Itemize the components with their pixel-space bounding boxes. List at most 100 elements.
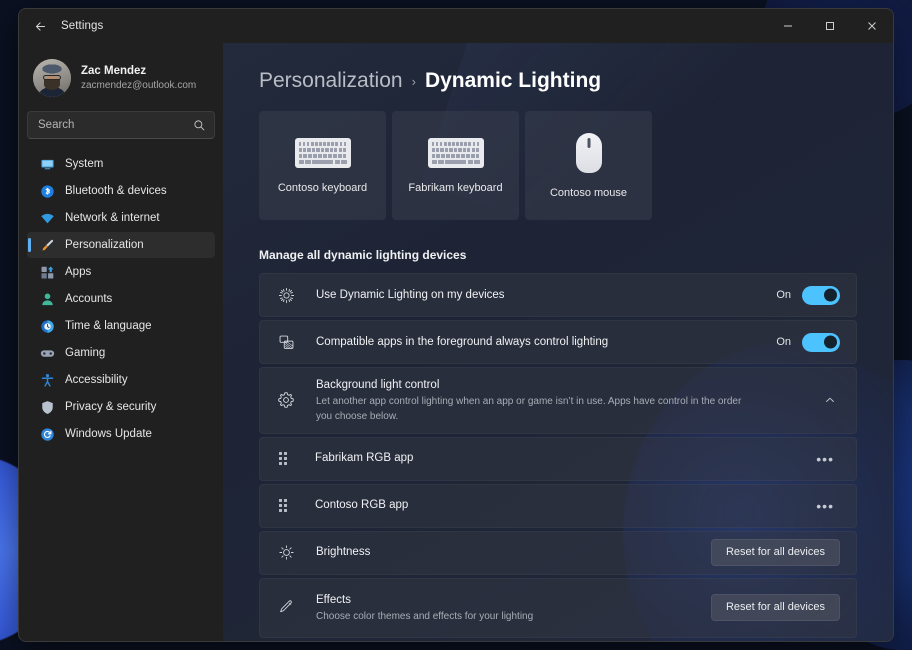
clock-icon [39, 318, 55, 334]
window-controls [767, 9, 893, 43]
setting-row-foreground-apps-control[interactable]: Compatible apps in the foreground always… [259, 320, 857, 364]
app-row-contoso-rgb-app[interactable]: Contoso RGB app ••• [259, 484, 857, 528]
app-row-fabrikam-rgb-app[interactable]: Fabrikam RGB app ••• [259, 437, 857, 481]
setting-title: Background light control [316, 377, 808, 394]
device-card-list: Contoso keyboard Fabrikam keyboard [259, 111, 857, 220]
avatar [33, 59, 71, 97]
person-icon [39, 291, 55, 307]
sidebar-item-accessibility[interactable]: Accessibility [27, 367, 215, 393]
device-label: Contoso keyboard [278, 182, 367, 194]
monitor-icon [39, 156, 55, 172]
toggle-use-dynamic-lighting[interactable] [802, 286, 840, 305]
breadcrumb-separator-icon: › [412, 74, 416, 89]
sidebar-nav: System Bluetooth & devices Network & int… [27, 151, 215, 447]
close-button[interactable] [851, 9, 893, 43]
bluetooth-icon [39, 183, 55, 199]
pencil-icon [276, 599, 296, 616]
account-email: zacmendez@outlook.com [81, 79, 196, 93]
sidebar-item-label: Personalization [65, 239, 144, 251]
app-name: Fabrikam RGB app [315, 450, 798, 467]
sidebar-item-label: Apps [65, 266, 91, 278]
sidebar-item-network-internet[interactable]: Network & internet [27, 205, 215, 231]
sidebar-item-privacy-security[interactable]: Privacy & security [27, 394, 215, 420]
sidebar-item-personalization[interactable]: Personalization [27, 232, 215, 258]
sidebar-item-bluetooth-devices[interactable]: Bluetooth & devices [27, 178, 215, 204]
apps-icon [39, 264, 55, 280]
search-icon [193, 119, 206, 132]
device-card-contoso-keyboard[interactable]: Contoso keyboard [259, 111, 386, 220]
account-name: Zac Mendez [81, 64, 196, 79]
back-button[interactable] [25, 13, 55, 39]
drag-handle-icon[interactable] [279, 452, 293, 465]
lighting-sun-icon [276, 287, 296, 304]
setting-row-background-light-control[interactable]: Background light control Let another app… [259, 367, 857, 434]
setting-row-effects[interactable]: Effects Choose color themes and effects … [259, 578, 857, 638]
keyboard-icon [295, 138, 351, 168]
accessibility-icon [39, 372, 55, 388]
page-title: Dynamic Lighting [425, 69, 601, 93]
section-heading: Manage all dynamic lighting devices [259, 248, 857, 262]
reset-effects-button[interactable]: Reset for all devices [711, 594, 840, 621]
sidebar-item-label: Privacy & security [65, 401, 156, 413]
search-box[interactable] [27, 111, 215, 139]
device-label: Contoso mouse [550, 187, 627, 199]
breadcrumb-parent[interactable]: Personalization [259, 69, 403, 93]
sidebar-item-time-language[interactable]: Time & language [27, 313, 215, 339]
sidebar-item-system[interactable]: System [27, 151, 215, 177]
sidebar-item-label: Network & internet [65, 212, 160, 224]
chevron-up-icon[interactable] [820, 390, 840, 410]
setting-description: Choose color themes and effects for your… [316, 609, 699, 624]
toggle-state-label: On [776, 289, 791, 301]
title-bar: Settings [19, 9, 893, 43]
device-card-contoso-mouse[interactable]: Contoso mouse [525, 111, 652, 220]
paintbrush-icon [39, 237, 55, 253]
sidebar-item-label: System [65, 158, 103, 170]
setting-description: Let another app control lighting when an… [316, 394, 746, 424]
close-icon [867, 21, 877, 31]
overflow-menu-button[interactable]: ••• [810, 497, 840, 515]
gamepad-icon [39, 345, 55, 361]
device-card-fabrikam-keyboard[interactable]: Fabrikam keyboard [392, 111, 519, 220]
sidebar-item-label: Accessibility [65, 374, 128, 386]
setting-title: Effects [316, 592, 699, 609]
maximize-button[interactable] [809, 9, 851, 43]
toggle-state-label: On [776, 336, 791, 348]
window-title: Settings [61, 20, 103, 32]
reset-brightness-button[interactable]: Reset for all devices [711, 539, 840, 566]
shield-icon [39, 399, 55, 415]
sidebar-item-windows-update[interactable]: Windows Update [27, 421, 215, 447]
device-label: Fabrikam keyboard [408, 182, 502, 194]
overflow-menu-button[interactable]: ••• [810, 450, 840, 468]
update-icon [39, 426, 55, 442]
wifi-icon [39, 210, 55, 226]
setting-row-use-dynamic-lighting[interactable]: Use Dynamic Lighting on my devices On [259, 273, 857, 317]
back-arrow-icon [34, 20, 47, 33]
mouse-icon [576, 133, 602, 173]
sidebar-item-label: Bluetooth & devices [65, 185, 167, 197]
brightness-icon [276, 544, 296, 561]
breadcrumb: Personalization › Dynamic Lighting [259, 69, 857, 93]
sidebar-item-label: Windows Update [65, 428, 152, 440]
drag-handle-icon[interactable] [279, 499, 293, 512]
setting-row-brightness[interactable]: Brightness Reset for all devices [259, 531, 857, 575]
account-card[interactable]: Zac Mendez zacmendez@outlook.com [27, 53, 215, 99]
sidebar: Zac Mendez zacmendez@outlook.com [19, 43, 223, 641]
maximize-icon [825, 21, 835, 31]
overlapping-windows-icon [276, 334, 296, 351]
sidebar-item-apps[interactable]: Apps [27, 259, 215, 285]
gear-icon [276, 391, 296, 409]
sidebar-item-label: Accounts [65, 293, 112, 305]
setting-title: Compatible apps in the foreground always… [316, 334, 764, 351]
keyboard-icon [428, 138, 484, 168]
sidebar-item-gaming[interactable]: Gaming [27, 340, 215, 366]
content-area: Personalization › Dynamic Lighting Conto… [223, 43, 893, 641]
settings-window: Settings Zac Mendez [18, 8, 894, 642]
setting-title: Brightness [316, 544, 699, 561]
sidebar-item-label: Time & language [65, 320, 152, 332]
minimize-icon [783, 21, 793, 31]
sidebar-item-accounts[interactable]: Accounts [27, 286, 215, 312]
settings-card-list: Use Dynamic Lighting on my devices On [259, 273, 857, 638]
search-input[interactable] [38, 119, 193, 131]
toggle-foreground-apps-control[interactable] [802, 333, 840, 352]
minimize-button[interactable] [767, 9, 809, 43]
